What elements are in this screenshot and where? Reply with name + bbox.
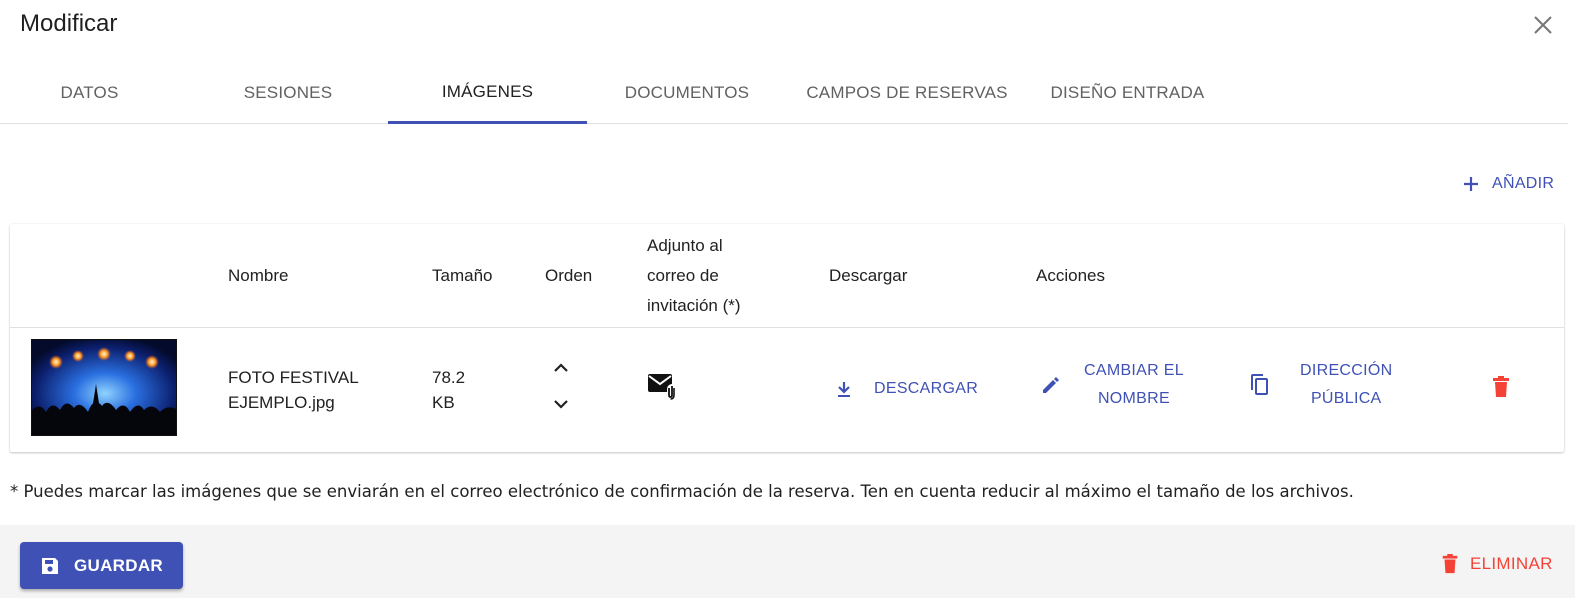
- header-attachment-line2: correo de: [647, 266, 719, 285]
- mail-attachment-icon: [648, 374, 677, 400]
- tab-diseno-entrada[interactable]: DISEÑO ENTRADA: [1036, 62, 1219, 124]
- dialog-title: Modificar: [20, 10, 118, 37]
- header-attachment-line3: invitación (*): [647, 296, 741, 315]
- file-size-line2: KB: [432, 393, 455, 412]
- public-address-label-line2: PÚBLICA: [1310, 390, 1382, 407]
- add-button-label: AÑADIR: [1492, 175, 1555, 192]
- tab-datos[interactable]: DATOS: [0, 62, 179, 124]
- close-button[interactable]: [1530, 12, 1556, 38]
- add-button[interactable]: AÑADIR: [1460, 168, 1554, 200]
- header-size: Tamaño: [432, 266, 493, 285]
- images-table: Nombre Tamaño Orden Adjunto al correo de…: [10, 224, 1564, 452]
- chevron-down-icon: [554, 400, 568, 409]
- attach-to-email-toggle[interactable]: [647, 372, 679, 400]
- file-size: 78.2 KB: [432, 365, 465, 415]
- header-attachment-line1: Adjunto al: [647, 236, 723, 255]
- download-icon: [838, 382, 850, 397]
- tab-campos-de-reservas[interactable]: CAMPOS DE RESERVAS: [796, 62, 1018, 124]
- delete-button[interactable]: ELIMINAR: [1440, 553, 1553, 575]
- delete-image-button[interactable]: [1490, 375, 1512, 399]
- header-order: Orden: [545, 266, 593, 285]
- file-name-line2: EJEMPLO.jpg: [228, 393, 335, 412]
- save-label: GUARDAR: [74, 555, 163, 575]
- close-icon: [1534, 16, 1552, 34]
- trash-icon: [1493, 376, 1509, 397]
- rename-button[interactable]: CAMBIAR EL NOMBRE: [1040, 357, 1184, 413]
- download-button[interactable]: DESCARGAR: [834, 375, 978, 403]
- copy-icon: [1251, 374, 1268, 395]
- save-icon: [42, 557, 58, 574]
- rename-label-line1: CAMBIAR EL: [1084, 362, 1184, 379]
- file-name: FOTO FESTIVAL EJEMPLO.jpg: [228, 365, 359, 415]
- rename-label-line2: NOMBRE: [1097, 390, 1170, 407]
- footnote: * Puedes marcar las imágenes que se envi…: [10, 482, 1354, 501]
- public-address-label-line1: DIRECCIÓN: [1300, 362, 1393, 379]
- move-up-button[interactable]: [550, 357, 572, 379]
- move-down-button[interactable]: [550, 393, 572, 415]
- table-row: FOTO FESTIVAL EJEMPLO.jpg 78.2 KB DESCAR…: [10, 329, 1564, 452]
- download-label: DESCARGAR: [874, 380, 979, 397]
- file-name-line1: FOTO FESTIVAL: [228, 368, 359, 387]
- public-address-button[interactable]: DIRECCIÓN PÚBLICA: [1248, 357, 1392, 413]
- header-actions: Acciones: [1036, 266, 1105, 285]
- pencil-icon: [1043, 377, 1059, 393]
- tab-imagenes[interactable]: IMÁGENES: [388, 62, 587, 124]
- file-size-line1: 78.2: [432, 368, 466, 387]
- trash-icon: [1442, 554, 1458, 574]
- concert-photo: [32, 340, 176, 435]
- tab-sesiones[interactable]: SESIONES: [194, 62, 382, 124]
- image-thumbnail: [31, 339, 177, 436]
- public-address-label: DIRECCIÓN PÚBLICA: [1300, 357, 1392, 413]
- tab-documentos[interactable]: DOCUMENTOS: [602, 62, 772, 124]
- chevron-up-icon: [554, 363, 568, 372]
- tab-bar: DATOS SESIONES IMÁGENES DOCUMENTOS CAMPO…: [0, 62, 1568, 124]
- save-button[interactable]: GUARDAR: [20, 542, 183, 589]
- header-download: Descargar: [829, 266, 908, 285]
- rename-label: CAMBIAR EL NOMBRE: [1084, 357, 1184, 413]
- delete-label: ELIMINAR: [1470, 554, 1553, 573]
- header-attachment: Adjunto al correo de invitación (*): [647, 231, 741, 321]
- dialog-footer: GUARDAR ELIMINAR: [0, 525, 1575, 598]
- header-name: Nombre: [228, 266, 289, 285]
- table-header: Nombre Tamaño Orden Adjunto al correo de…: [10, 224, 1564, 328]
- plus-icon: [1464, 177, 1478, 191]
